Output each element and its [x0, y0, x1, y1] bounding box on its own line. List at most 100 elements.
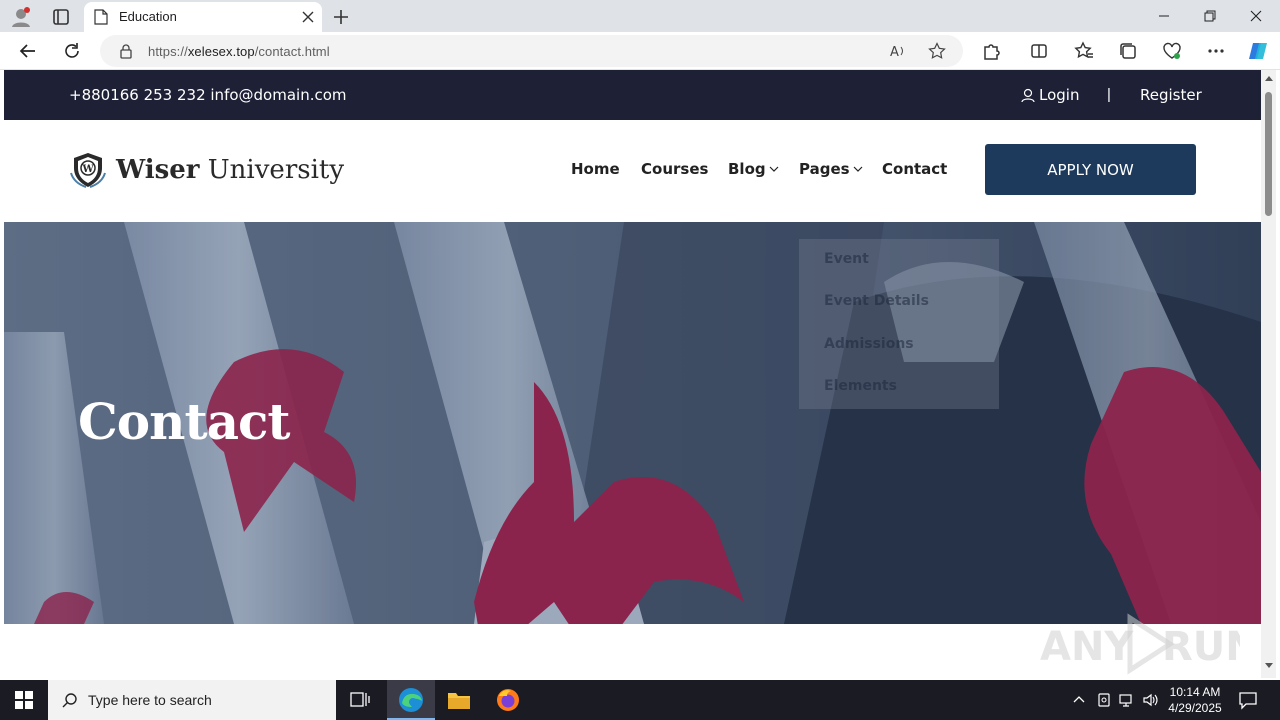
windows-taskbar: Type here to search 10:14 AM 4/29/2025: [0, 680, 1280, 720]
login-label[interactable]: Login: [1039, 86, 1079, 104]
scrollbar-thumb[interactable]: [1265, 92, 1272, 216]
clock-time: 10:14 AM: [1169, 685, 1221, 699]
minimize-button[interactable]: [1141, 4, 1187, 28]
more-dots-icon: [1208, 49, 1224, 53]
separator: |: [1107, 86, 1111, 103]
read-aloud-icon[interactable]: A: [889, 42, 907, 60]
anyrun-watermark-logo: ANY RUN: [1040, 613, 1240, 675]
register-link[interactable]: Register: [1140, 86, 1202, 104]
clock-date: 4/29/2025: [1168, 701, 1222, 715]
apply-now-button[interactable]: APPLY NOW: [985, 144, 1196, 195]
nav-blog[interactable]: Blog: [728, 160, 779, 178]
hero-banner: Contact: [4, 222, 1261, 624]
search-icon: [62, 693, 77, 708]
nav-home-label: Home: [571, 160, 620, 178]
windows-logo-icon: [15, 691, 33, 709]
close-tab-icon[interactable]: [300, 9, 316, 25]
contact-info: +880166 253 232 info@domain.com: [69, 86, 347, 104]
dropdown-item-event[interactable]: Event: [824, 251, 869, 267]
restore-icon: [1204, 10, 1216, 22]
svg-text:RUN: RUN: [1162, 624, 1240, 670]
profile-icon[interactable]: [10, 6, 32, 28]
favorites-button[interactable]: [1073, 40, 1095, 62]
svg-text:ANY: ANY: [1040, 624, 1134, 670]
new-tab-icon[interactable]: [330, 6, 352, 28]
task-view-button[interactable]: [336, 680, 384, 720]
web-page: +880166 253 232 info@domain.com Login | …: [4, 70, 1261, 678]
network-icon[interactable]: [1119, 692, 1135, 708]
taskbar-file-explorer-app[interactable]: [435, 680, 483, 720]
logo-text: Wiser University: [116, 155, 345, 185]
browser-essentials-button[interactable]: [1161, 40, 1183, 62]
url-text[interactable]: https://xelesex.top/contact.html: [148, 44, 330, 59]
split-screen-button[interactable]: [1028, 40, 1050, 62]
page-scrollbar[interactable]: [1261, 70, 1276, 678]
site-logo[interactable]: W Wiser University: [68, 151, 344, 189]
user-icon: [1021, 88, 1035, 102]
nav-blog-label: Blog: [728, 160, 766, 178]
page-title: Contact: [78, 392, 291, 451]
puzzle-icon: [984, 44, 1000, 60]
back-arrow-icon: [19, 44, 35, 58]
minimize-icon: [1159, 15, 1169, 17]
collections-icon: [1120, 43, 1136, 59]
nav-courses[interactable]: Courses: [641, 160, 708, 178]
folder-icon: [448, 693, 470, 709]
chevron-down-icon: [769, 166, 779, 172]
address-toolbar: https://xelesex.top/contact.html A: [0, 32, 1280, 70]
lock-icon[interactable]: [118, 43, 134, 59]
search-placeholder[interactable]: Type here to search: [88, 692, 212, 708]
split-screen-icon: [1031, 44, 1047, 58]
extensions-button[interactable]: [980, 40, 1002, 62]
nav-pages-label: Pages: [799, 160, 850, 178]
dropdown-item-event-details[interactable]: Event Details: [824, 293, 929, 309]
favorite-star-icon[interactable]: [928, 42, 946, 60]
tab-actions-icon[interactable]: [50, 6, 72, 28]
firefox-icon: [497, 689, 519, 711]
system-clock[interactable]: 10:14 AM 4/29/2025: [1166, 684, 1224, 716]
nav-courses-label: Courses: [641, 160, 709, 178]
tab-title: Education: [119, 9, 177, 24]
task-view-icon: [350, 692, 370, 707]
notifications-icon[interactable]: [1238, 690, 1258, 710]
login-link[interactable]: Login: [1021, 86, 1079, 104]
site-header: W Wiser University Home Courses Blog Pag…: [4, 120, 1261, 222]
volume-icon[interactable]: [1142, 692, 1158, 708]
pages-dropdown-menu: Event Event Details Admissions Elements: [799, 239, 999, 409]
collections-button[interactable]: [1117, 40, 1139, 62]
tray-chevron-up-icon[interactable]: [1071, 692, 1087, 708]
scroll-up-arrow-icon[interactable]: [1265, 76, 1273, 81]
chevron-down-icon: [853, 166, 862, 172]
page-icon: [94, 9, 108, 25]
back-button[interactable]: [17, 40, 39, 62]
start-button[interactable]: [0, 680, 48, 720]
svg-text:A: A: [890, 45, 899, 60]
browser-tab[interactable]: Education: [84, 2, 322, 32]
scroll-down-arrow-icon[interactable]: [1265, 663, 1273, 668]
close-window-icon: [1250, 10, 1262, 22]
browser-tab-bar: Education: [0, 0, 1280, 32]
reload-button[interactable]: [61, 40, 83, 62]
taskbar-firefox-app[interactable]: [484, 680, 532, 720]
close-window-button[interactable]: [1233, 4, 1279, 28]
shield-logo-icon: W: [70, 153, 106, 188]
taskbar-search-box[interactable]: Type here to search: [48, 680, 336, 720]
svg-text:W: W: [82, 164, 95, 175]
address-bar[interactable]: https://xelesex.top/contact.html A: [100, 35, 963, 67]
heartbeat-icon: [1163, 42, 1181, 59]
copilot-button[interactable]: [1247, 40, 1269, 62]
copilot-icon: [1249, 43, 1267, 59]
top-info-bar: +880166 253 232 info@domain.com Login | …: [4, 70, 1261, 120]
dropdown-item-admissions[interactable]: Admissions: [824, 336, 914, 352]
taskbar-edge-app[interactable]: [387, 680, 435, 720]
nav-contact[interactable]: Contact: [882, 160, 947, 178]
settings-more-button[interactable]: [1205, 40, 1227, 62]
reload-icon: [65, 43, 79, 58]
tray-device-icon[interactable]: [1096, 692, 1112, 708]
nav-pages[interactable]: Pages: [799, 160, 863, 178]
nav-home[interactable]: Home: [571, 160, 620, 178]
edge-browser-icon: [399, 688, 423, 712]
dropdown-item-elements[interactable]: Elements: [824, 378, 897, 394]
favorites-icon: [1074, 41, 1093, 59]
restore-button[interactable]: [1187, 4, 1233, 28]
